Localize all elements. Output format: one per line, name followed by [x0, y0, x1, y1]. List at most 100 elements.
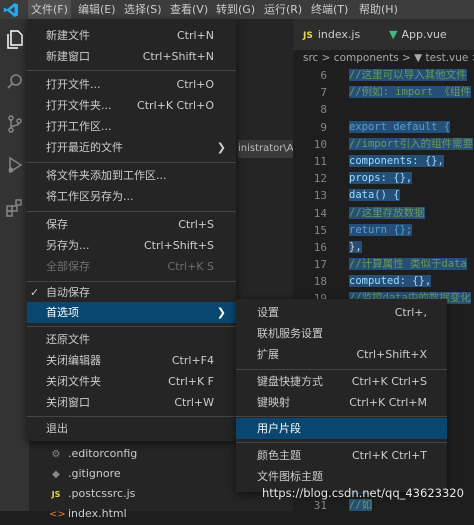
code-line: export default {	[349, 119, 474, 136]
activity-bar	[0, 19, 29, 511]
menu-selection[interactable]: 选择(S)	[121, 0, 165, 19]
breadcrumb[interactable]: src > components > ▼ test.vue >	[293, 50, 474, 67]
chevron-right-icon: ❯	[216, 306, 226, 319]
code-text: return {};	[349, 223, 413, 236]
tab-label: index.js	[317, 28, 361, 41]
files-icon[interactable]	[4, 28, 26, 50]
menu-item-save-all[interactable]: 全部保存 Ctrl+K S	[27, 256, 236, 277]
submenu-item-keyboard-shortcuts[interactable]: 键盘快捷方式 Ctrl+K Ctrl+S	[236, 371, 447, 392]
line-number: 6	[320, 69, 327, 82]
code-text: //如	[349, 498, 373, 511]
file-item-index-html[interactable]: <> index.html	[29, 504, 293, 524]
line-number: 14	[313, 206, 327, 220]
menu-item-revert-file[interactable]: 还原文件	[27, 329, 236, 350]
line-number: 8	[320, 103, 327, 117]
code-text: components: {},	[349, 154, 444, 167]
preferences-submenu: 设置 Ctrl+, 联机服务设置 扩展 Ctrl+Shift+X 键盘快捷方式 Ctr…	[236, 299, 447, 492]
menu-item-label: 退出	[46, 422, 68, 435]
line-number: 12	[313, 172, 327, 186]
code-text: data() {	[349, 189, 400, 202]
menu-item-open-file[interactable]: 打开文件... Ctrl+O	[27, 74, 236, 95]
menu-view[interactable]: 查看(V)	[167, 0, 211, 19]
submenu-item-extensions[interactable]: 扩展 Ctrl+Shift+X	[236, 344, 447, 365]
search-icon[interactable]	[4, 71, 26, 93]
menu-item-label: 还原文件	[46, 333, 90, 346]
line-number: 18	[313, 275, 327, 289]
menu-item-label: 设置	[257, 306, 279, 319]
menu-item-exit[interactable]: 退出	[27, 418, 236, 439]
menu-item-label: 打开工作区...	[46, 120, 112, 133]
shortcut-label: Ctrl+,	[394, 306, 427, 319]
extensions-icon[interactable]	[4, 197, 26, 219]
tab-app-vue[interactable]: ▼ App.vue	[379, 19, 474, 50]
code-text: },	[349, 240, 362, 253]
code-line: //import引入的组件需要	[349, 136, 474, 153]
line-number: 15	[313, 223, 327, 237]
menu-terminal[interactable]: 终端(T)	[308, 0, 351, 19]
menu-item-label: 保存	[46, 218, 68, 231]
code-line: components: {},	[349, 153, 474, 170]
js-file-icon: JS	[303, 31, 313, 41]
menu-item-label: 联机服务设置	[257, 327, 323, 340]
menu-item-label: 将工作区另存为...	[46, 190, 134, 203]
menu-item-save-as[interactable]: 另存为... Ctrl+Shift+S	[27, 235, 236, 256]
file-label: .editorconfig	[68, 447, 138, 460]
file-menu: 新建文件 Ctrl+N 新建窗口 Ctrl+Shift+N 打开文件... Ctrl+…	[27, 19, 236, 441]
gear-icon: ⚙	[51, 449, 61, 460]
menu-separator	[236, 416, 447, 417]
source-control-icon[interactable]	[4, 113, 26, 135]
menu-item-save-workspace-as[interactable]: 将工作区另存为...	[27, 186, 236, 207]
menu-go[interactable]: 转到(G)	[213, 0, 258, 19]
submenu-item-user-snippets[interactable]: 用户片段	[236, 418, 447, 439]
menu-separator	[236, 369, 447, 370]
menu-item-close-folder[interactable]: 关闭文件夹 Ctrl+K F	[27, 371, 236, 392]
menu-item-add-folder-to-workspace[interactable]: 将文件夹添加到工作区...	[27, 165, 236, 186]
menu-item-close-window[interactable]: 关闭窗口 Ctrl+W	[27, 392, 236, 413]
js-file-icon: JS	[51, 490, 61, 499]
tab-label: App.vue	[401, 28, 447, 41]
menu-item-label: 新建窗口	[46, 50, 90, 63]
menu-item-save[interactable]: 保存 Ctrl+S	[27, 214, 236, 235]
menu-item-open-folder[interactable]: 打开文件夹... Ctrl+K Ctrl+O	[27, 95, 236, 116]
menu-item-new-window[interactable]: 新建窗口 Ctrl+Shift+N	[27, 46, 236, 67]
menubar: 文件(F) 编辑(E) 选择(S) 查看(V) 转到(G) 运行(R) 终端(T…	[0, 0, 474, 19]
menu-help[interactable]: 帮助(H)	[356, 0, 401, 19]
menu-edit[interactable]: 编辑(E)	[75, 0, 119, 19]
editor-tabs: JS index.js ▼ App.vue	[293, 19, 474, 50]
menu-file[interactable]: 文件(F)	[28, 0, 71, 19]
menu-item-label: 另存为...	[46, 239, 90, 252]
code-text: //这里存放数据	[349, 206, 425, 219]
submenu-item-keymaps[interactable]: 键映射 Ctrl+K Ctrl+M	[236, 392, 447, 413]
menu-item-preferences[interactable]: 首选项 ❯	[27, 302, 236, 323]
shortcut-label: Ctrl+W	[174, 396, 214, 409]
menu-item-label: 关闭编辑器	[46, 354, 101, 367]
shortcut-label: Ctrl+K S	[167, 260, 214, 273]
tab-index-js[interactable]: JS index.js	[293, 19, 389, 50]
menu-item-label: 键映射	[257, 396, 290, 409]
menu-item-label: 首选项	[46, 306, 79, 319]
menu-separator	[27, 211, 236, 212]
checkmark-icon: ✓	[30, 286, 40, 299]
submenu-item-file-icon-theme[interactable]: 文件图标主题	[236, 466, 447, 487]
menu-item-new-file[interactable]: 新建文件 Ctrl+N	[27, 25, 236, 46]
menu-item-label: 扩展	[257, 348, 279, 361]
menu-item-open-workspace[interactable]: 打开工作区...	[27, 116, 236, 137]
file-label: .postcssrc.js	[68, 487, 136, 500]
line-number: 10	[313, 137, 327, 151]
menu-item-auto-save[interactable]: ✓ 自动保存	[27, 282, 236, 303]
submenu-item-color-theme[interactable]: 颜色主题 Ctrl+K Ctrl+T	[236, 445, 447, 466]
menu-item-close-editor[interactable]: 关闭编辑器 Ctrl+F4	[27, 350, 236, 371]
run-debug-icon[interactable]	[4, 154, 26, 176]
menu-run[interactable]: 运行(R)	[261, 0, 305, 19]
menu-item-open-recent[interactable]: 打开最近的文件 ❯	[27, 137, 236, 158]
menu-item-label: 关闭窗口	[46, 396, 90, 409]
menu-separator	[27, 416, 236, 417]
submenu-item-settings[interactable]: 设置 Ctrl+,	[236, 302, 447, 323]
shortcut-label: Ctrl+S	[178, 218, 214, 231]
code-line: data() {	[349, 187, 474, 204]
menu-separator	[27, 70, 236, 71]
code-line: //例如: import 《组件	[349, 84, 474, 101]
submenu-item-online-services-settings[interactable]: 联机服务设置	[236, 323, 447, 344]
menu-item-label: 新建文件	[46, 29, 90, 42]
code-line: //这里可以导入其他文件	[349, 67, 474, 84]
